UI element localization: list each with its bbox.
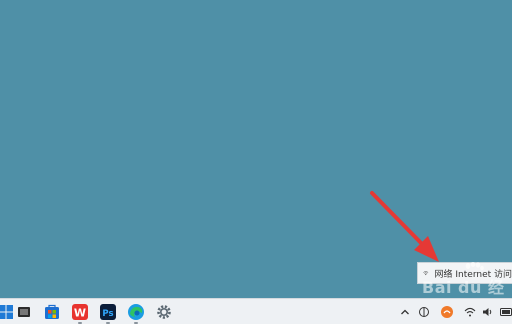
settings-gear-icon[interactable] (154, 302, 174, 322)
taskbar: W Ps (0, 298, 512, 324)
photoshop-icon[interactable]: Ps (98, 302, 118, 324)
task-view-icon[interactable] (14, 302, 34, 322)
wps-office-icon[interactable]: W (70, 302, 90, 324)
weather-app-icon[interactable] (440, 305, 454, 319)
system-tray (400, 303, 512, 321)
edge-browser-icon[interactable] (126, 302, 146, 324)
network-icon (423, 271, 429, 276)
photoshop-label: Ps (102, 309, 113, 319)
tooltip-text: 网络 Internet 访问 (434, 269, 512, 280)
volume-icon[interactable] (482, 306, 494, 318)
wifi-icon[interactable] (464, 306, 476, 318)
input-method-icon[interactable] (418, 306, 430, 318)
microsoft-store-icon[interactable] (42, 302, 62, 322)
network-tooltip: 网络 Internet 访问 (417, 262, 512, 284)
chevron-up-icon[interactable] (400, 307, 410, 317)
wps-label: W (74, 307, 86, 320)
battery-icon[interactable] (500, 307, 512, 317)
